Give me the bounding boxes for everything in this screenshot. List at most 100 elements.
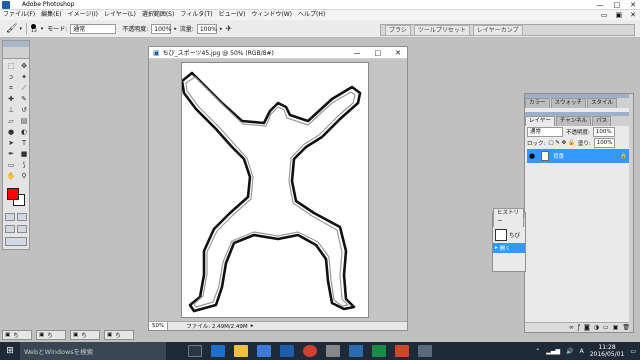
menu-layer[interactable]: レイヤー(L) <box>101 10 139 20</box>
tab-paths[interactable]: パス <box>592 116 612 126</box>
pen-tool-icon[interactable]: ✒ <box>5 149 17 159</box>
path-selection-tool-icon[interactable]: ➤ <box>5 138 17 148</box>
status-menu-arrow-icon[interactable]: ▸ <box>251 323 254 329</box>
eyedropper-tool-icon[interactable]: ⟆ <box>18 160 30 170</box>
image-canvas[interactable] <box>180 62 369 318</box>
menu-help[interactable]: ヘルプ(H) <box>295 10 328 20</box>
file-explorer-icon[interactable] <box>234 345 248 357</box>
menu-view[interactable]: ビュー(V) <box>216 10 249 20</box>
opacity-slider-icon[interactable]: ▸ <box>174 26 177 32</box>
notifications-icon[interactable]: ▭ <box>630 348 636 355</box>
minimized-window[interactable]: ▣ ち <box>70 330 100 340</box>
minimized-window[interactable]: ▣ ち <box>36 330 66 340</box>
notes-tool-icon[interactable]: ▭ <box>5 160 17 170</box>
close-button[interactable]: ✕ <box>630 0 636 10</box>
slice-tool-icon[interactable]: ⟋ <box>18 83 30 93</box>
flow-field[interactable]: 100% <box>196 23 217 34</box>
jump-to-imageready-button[interactable] <box>5 237 27 246</box>
excel-icon[interactable] <box>372 345 386 357</box>
tray-chevron-icon[interactable]: ⌃ <box>535 348 540 355</box>
eye-visibility-icon[interactable]: ● <box>529 152 537 160</box>
mode-select[interactable]: 通常 <box>70 23 117 34</box>
doc-maximize-button[interactable]: ▣ <box>616 10 623 20</box>
type-tool-icon[interactable]: T <box>18 138 30 148</box>
word-icon[interactable] <box>349 345 363 357</box>
history-state-open[interactable]: ▸ 開く <box>493 243 525 253</box>
well-tab-layer-comps[interactable]: レイヤーカンプ <box>472 24 523 36</box>
hand-tool-icon[interactable]: ✋ <box>5 171 17 181</box>
tab-layers[interactable]: レイヤー <box>525 116 555 126</box>
gradient-tool-icon[interactable]: ▤ <box>18 116 30 126</box>
volume-icon[interactable]: 🔊 <box>566 348 573 355</box>
tab-swatches[interactable]: スウォッチ <box>550 98 587 108</box>
lasso-tool-icon[interactable]: ↄ <box>5 72 17 82</box>
chrome-icon[interactable] <box>303 345 317 357</box>
magic-wand-tool-icon[interactable]: ✦ <box>18 72 30 82</box>
history-snapshot[interactable]: ちび <box>493 227 525 243</box>
edge-browser-icon[interactable] <box>211 345 225 357</box>
quick-mask-button[interactable] <box>17 213 27 221</box>
tab-styles[interactable]: スタイル <box>587 98 618 108</box>
brush-tool-icon[interactable]: ✎ <box>18 94 30 104</box>
powerpoint-icon[interactable] <box>395 345 409 357</box>
menu-select[interactable]: 選択範囲(S) <box>139 10 178 20</box>
dodge-tool-icon[interactable]: ◐ <box>18 127 30 137</box>
well-tab-tool-presets[interactable]: ツールプリセット <box>413 24 470 36</box>
app-icon[interactable] <box>418 345 432 357</box>
well-tab-brushes[interactable]: ブラシ <box>385 24 411 36</box>
zoom-level-field[interactable]: 50% <box>149 322 169 330</box>
tab-channels[interactable]: チャンネル <box>555 116 592 126</box>
menu-edit[interactable]: 編集(E) <box>38 10 64 20</box>
app-icon[interactable] <box>326 345 340 357</box>
layer-style-icon[interactable]: ƒ <box>578 324 580 331</box>
canvas-area[interactable] <box>149 60 407 322</box>
menu-window[interactable]: ウィンドウ(W) <box>248 10 295 20</box>
marquee-tool-icon[interactable]: ⬚ <box>5 61 17 71</box>
blend-mode-select[interactable]: 通常 <box>527 126 563 137</box>
healing-brush-tool-icon[interactable]: ✚ <box>5 94 17 104</box>
task-view-icon[interactable] <box>188 345 202 357</box>
start-button[interactable]: ⊞ <box>0 342 20 360</box>
clone-stamp-tool-icon[interactable]: ⊥ <box>5 105 17 115</box>
brush-preset-picker[interactable]: 13 <box>31 23 37 34</box>
store-icon[interactable] <box>257 345 271 357</box>
taskbar-search-box[interactable]: WebとWindowsを検索 <box>20 342 166 360</box>
layer-mask-icon[interactable]: ◙ <box>584 324 590 331</box>
standard-mode-button[interactable] <box>5 213 15 221</box>
menu-image[interactable]: イメージ(I) <box>65 10 101 20</box>
document-maximize-button[interactable]: □ <box>375 49 382 57</box>
photoshop-taskbar-icon[interactable] <box>280 345 294 357</box>
foreground-color-swatch[interactable] <box>7 188 19 200</box>
crop-tool-icon[interactable]: ⌗ <box>5 83 17 93</box>
minimized-window[interactable]: ▣ ち <box>104 330 134 340</box>
airbrush-icon[interactable]: ✈ <box>225 24 232 33</box>
fill-field[interactable]: 100% <box>593 137 616 148</box>
document-minimize-button[interactable]: — <box>354 49 361 57</box>
brush-tool-icon[interactable]: 🖌 <box>6 24 17 34</box>
palette-scrollbar[interactable] <box>629 94 633 332</box>
document-close-button[interactable]: ✕ <box>395 49 401 57</box>
new-group-icon[interactable]: ▭ <box>603 324 609 331</box>
shape-tool-icon[interactable]: ■ <box>18 149 30 159</box>
layer-opacity-field[interactable]: 100% <box>592 126 615 137</box>
tab-history[interactable]: ヒストリー <box>493 208 524 227</box>
network-icon[interactable]: ▂▄▆ <box>546 348 560 355</box>
doc-restore-button[interactable]: ▭ <box>601 10 608 20</box>
zoom-tool-icon[interactable]: ⚲ <box>18 171 30 181</box>
chevron-down-icon[interactable]: ▾ <box>19 26 22 32</box>
menu-file[interactable]: ファイル(F) <box>0 10 38 20</box>
menu-filter[interactable]: フィルタ(T) <box>177 10 215 20</box>
screen-mode-full-button[interactable] <box>17 225 27 233</box>
adjustment-layer-icon[interactable]: ◑ <box>594 324 599 331</box>
tab-color[interactable]: カラー <box>525 98 550 108</box>
flow-slider-icon[interactable]: ▸ <box>220 26 223 32</box>
screen-mode-standard-button[interactable] <box>5 225 15 233</box>
brush-dropdown-icon[interactable]: ▾ <box>41 26 44 32</box>
layer-row-background[interactable]: ● 背景 🔒 <box>527 149 631 163</box>
lock-icons[interactable]: ▢ ✎ ✥ 🔒 <box>548 140 575 146</box>
minimize-button[interactable]: — <box>597 0 604 10</box>
eraser-tool-icon[interactable]: ▱ <box>5 116 17 126</box>
new-layer-icon[interactable]: ▣ <box>613 324 619 331</box>
opacity-field[interactable]: 100% <box>151 23 171 34</box>
doc-close-button[interactable]: ✕ <box>630 10 636 20</box>
